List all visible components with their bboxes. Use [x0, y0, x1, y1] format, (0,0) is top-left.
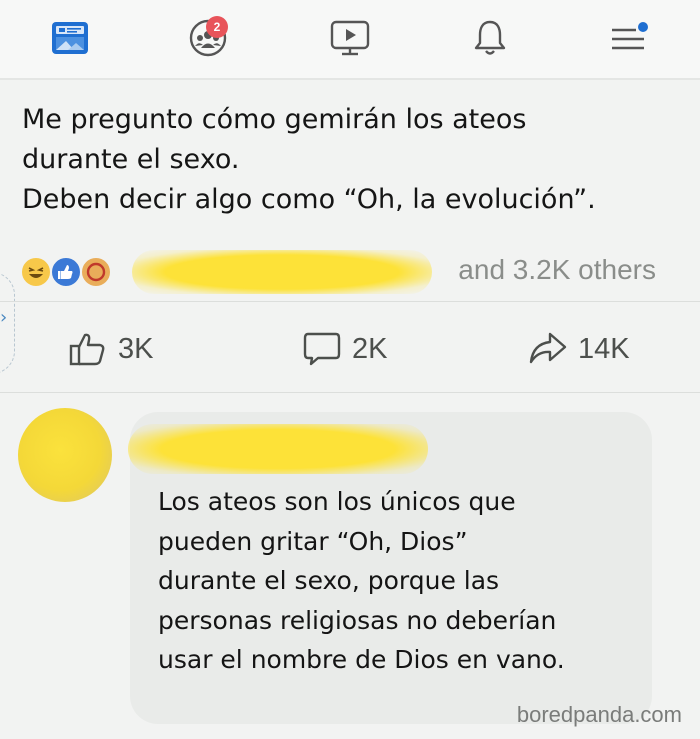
comment-count: 2K	[352, 332, 388, 365]
post-line: Me pregunto cómo gemirán los ateos	[22, 104, 527, 135]
care-reaction-icon	[80, 256, 112, 288]
avatar[interactable]	[18, 408, 112, 502]
comment-line: pueden gritar “Oh, Dios”	[158, 526, 468, 556]
thumbs-up-icon	[69, 333, 105, 366]
redacted-names	[132, 250, 432, 294]
post-body: Me pregunto cómo gemirán los ateos duran…	[22, 100, 682, 220]
divider	[0, 301, 700, 302]
post-actions: 3K 2K 14K	[0, 322, 700, 378]
comment-body: Los ateos son los únicos que pueden grit…	[158, 482, 648, 680]
comment-icon	[303, 332, 341, 366]
groups-badge: 2	[206, 16, 228, 38]
divider	[0, 392, 700, 393]
post-line: Deben decir algo como “Oh, la evolución”…	[22, 184, 596, 215]
reaction-others-text[interactable]: and 3.2K others	[458, 254, 656, 286]
top-nav-bar: 2	[0, 0, 700, 80]
like-count: 3K	[118, 332, 154, 365]
share-button[interactable]: 14K	[528, 330, 630, 368]
like-reaction-icon	[50, 256, 82, 288]
comment-line: Los ateos son los únicos que	[158, 487, 516, 516]
share-count: 14K	[578, 332, 630, 365]
redacted-commenter-name	[128, 424, 428, 474]
comment-line: durante el sexo, porque las	[158, 566, 500, 595]
share-arrow-icon	[529, 332, 567, 364]
like-button[interactable]: 3K	[68, 330, 153, 368]
haha-reaction-icon	[20, 256, 52, 288]
comment-line: usar el nombre de Dios en vano.	[158, 645, 565, 674]
groups-icon[interactable]: 2	[184, 14, 232, 62]
post-line: durante el sexo.	[22, 144, 240, 175]
menu-icon[interactable]	[604, 14, 652, 62]
comment-button[interactable]: 2K	[302, 330, 387, 368]
watch-icon[interactable]	[326, 14, 374, 62]
reactions-summary[interactable]: and 3.2K others	[20, 246, 680, 296]
news-feed-icon[interactable]	[46, 14, 94, 62]
notifications-icon[interactable]	[466, 14, 514, 62]
comment-line: personas religiosas no deberían	[158, 605, 557, 635]
watermark: boredpanda.com	[516, 702, 682, 727]
